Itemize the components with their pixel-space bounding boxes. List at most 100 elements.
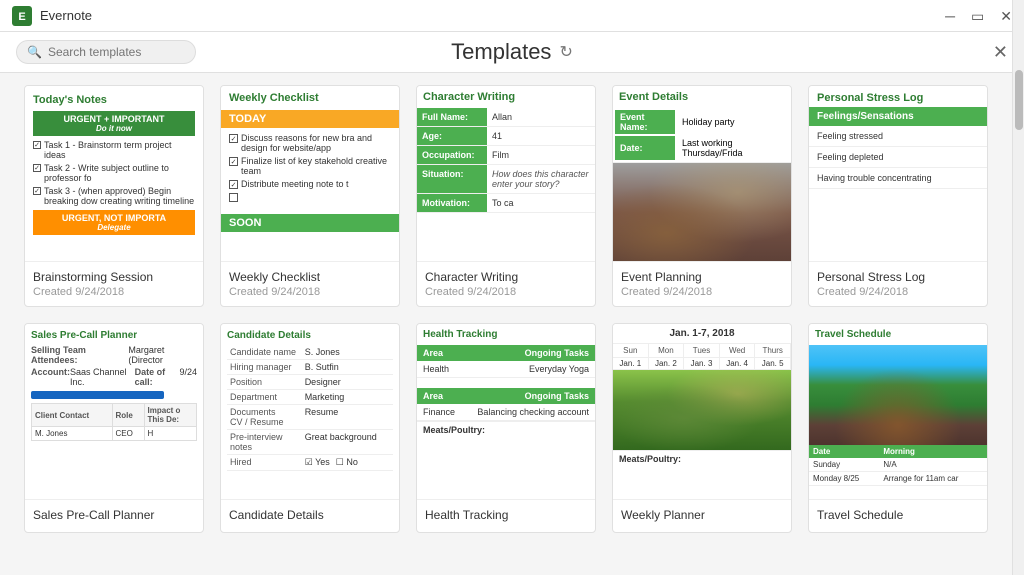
char-row-age: Age: 41 (417, 127, 595, 146)
template-date-character: Created 9/24/2018 (425, 286, 587, 298)
template-card-candidate[interactable]: Candidate Details Candidate nameS. Jones… (220, 323, 400, 533)
weekly-soon-bar: SOON (221, 214, 399, 232)
event-title: Event Details (613, 86, 791, 108)
stress-item-3: Having trouble concentrating (809, 168, 987, 189)
minimize-button[interactable]: ─ (945, 9, 955, 23)
char-title: Character Writing (417, 86, 595, 108)
planner-dates-row: Jan. 1 Jan. 2 Jan. 3 Jan. 4 Jan. 5 (613, 358, 791, 370)
sales-attendees: Selling Team Attendees: Margaret (Direct… (31, 345, 197, 365)
search-icon: 🔍 (27, 45, 42, 59)
template-card-event[interactable]: Event Details Event Name: Holiday party … (612, 85, 792, 307)
template-preview-sales: Sales Pre-Call Planner Selling Team Atte… (25, 324, 203, 499)
template-card-health[interactable]: Health Tracking Area Ongoing Tasks Healt… (416, 323, 596, 533)
title-bar-left: E Evernote (12, 6, 92, 26)
scrollbar-track[interactable] (1012, 0, 1024, 575)
template-card-weekly-checklist[interactable]: Weekly Checklist TODAY ✓ Discuss reasons… (220, 85, 400, 307)
close-templates-button[interactable]: ✕ (993, 42, 1008, 63)
template-preview-planner: Jan. 1-7, 2018 Sun Mon Tues Wed Thurs Ja… (613, 324, 791, 499)
char-row-name: Full Name: Allan (417, 108, 595, 127)
close-window-button[interactable]: ✕ (1000, 9, 1012, 23)
health-preview: Health Tracking Area Ongoing Tasks Healt… (417, 324, 595, 438)
weekly-check-2: ✓ Finalize list of key stakehold creativ… (229, 156, 391, 176)
maximize-button[interactable]: ▭ (971, 9, 984, 23)
app-icon: E (12, 6, 32, 26)
template-date-stress: Created 9/24/2018 (817, 286, 979, 298)
candidate-table: Candidate nameS. Jones Hiring managerB. … (227, 345, 393, 471)
task-item-1: ✓ Task 1 - Brainstorm term project ideas (33, 140, 195, 160)
main-content: Today's Notes URGENT + IMPORTANT Do it n… (0, 73, 1024, 564)
template-preview-travel: Travel Schedule Date Morning Sunday N/A … (809, 324, 987, 499)
urgent-important-box: URGENT + IMPORTANT Do it now (33, 111, 195, 136)
template-name-health: Health Tracking (425, 508, 587, 522)
travel-table: Date Morning Sunday N/A Monday 8/25 Arra… (809, 445, 987, 486)
health-meats-label: Meats/Poultry: (417, 421, 595, 438)
template-preview-weekly: Weekly Checklist TODAY ✓ Discuss reasons… (221, 86, 399, 261)
template-preview-brainstorming: Today's Notes URGENT + IMPORTANT Do it n… (25, 86, 203, 261)
template-info-event: Event Planning Created 9/24/2018 (613, 261, 791, 306)
search-bar: 🔍 Templates ↻ ✕ (0, 32, 1024, 73)
planner-days-header: Sun Mon Tues Wed Thurs (613, 344, 791, 358)
weekly-check-empty (229, 192, 391, 202)
sales-title: Sales Pre-Call Planner (31, 330, 197, 341)
template-card-planner[interactable]: Jan. 1-7, 2018 Sun Mon Tues Wed Thurs Ja… (612, 323, 792, 533)
task-item-3: ✓ Task 3 - (when approved) Begin breakin… (33, 186, 195, 206)
template-info-sales: Sales Pre-Call Planner (25, 499, 203, 532)
stress-item-2: Feeling depleted (809, 147, 987, 168)
template-preview-health: Health Tracking Area Ongoing Tasks Healt… (417, 324, 595, 499)
template-preview-character: Character Writing Full Name: Allan Age: … (417, 86, 595, 261)
template-info-brainstorming: Brainstorming Session Created 9/24/2018 (25, 261, 203, 306)
template-name-brainstorming: Brainstorming Session (33, 270, 195, 284)
template-card-brainstorming[interactable]: Today's Notes URGENT + IMPORTANT Do it n… (24, 85, 204, 307)
health-title: Health Tracking (417, 324, 595, 345)
template-date-event: Created 9/24/2018 (621, 286, 783, 298)
weekly-preview: TODAY ✓ Discuss reasons for new bra and … (221, 110, 399, 232)
weekly-title: Weekly Checklist (221, 86, 399, 110)
template-info-health: Health Tracking (417, 499, 595, 532)
brainstorm-title: Today's Notes (33, 94, 195, 106)
svg-text:E: E (18, 11, 25, 23)
template-name-stress: Personal Stress Log (817, 270, 979, 284)
planner-title-bar: Jan. 1-7, 2018 (613, 324, 791, 344)
template-card-travel[interactable]: Travel Schedule Date Morning Sunday N/A … (808, 323, 988, 533)
event-image (613, 163, 791, 261)
stress-header: Feelings/Sensations (809, 107, 987, 126)
travel-preview: Travel Schedule Date Morning Sunday N/A … (809, 324, 987, 486)
header-title: Templates ↻ (451, 39, 573, 65)
search-input[interactable] (48, 45, 178, 59)
template-info-character: Character Writing Created 9/24/2018 (417, 261, 595, 306)
health-row-2: Finance Balancing checking account (417, 404, 595, 421)
template-grid: Today's Notes URGENT + IMPORTANT Do it n… (24, 85, 988, 533)
template-preview-stress: Personal Stress Log Feelings/Sensations … (809, 86, 987, 261)
task-item-2: ✓ Task 2 - Write subject outline to prof… (33, 163, 195, 183)
sales-progress-bar (31, 391, 164, 399)
template-card-stress[interactable]: Personal Stress Log Feelings/Sensations … (808, 85, 988, 307)
sales-preview: Sales Pre-Call Planner Selling Team Atte… (25, 324, 203, 447)
event-table: Event Name: Holiday party Date: Last wor… (613, 108, 791, 163)
health-row-1: Health Everyday Yoga (417, 361, 595, 378)
template-info-stress: Personal Stress Log Created 9/24/2018 (809, 261, 987, 306)
template-preview-event: Event Details Event Name: Holiday party … (613, 86, 791, 261)
planner-preview: Jan. 1-7, 2018 Sun Mon Tues Wed Thurs Ja… (613, 324, 791, 467)
scrollbar-thumb[interactable] (1015, 70, 1023, 130)
template-name-candidate: Candidate Details (229, 508, 391, 522)
weekly-body: ✓ Discuss reasons for new bra and design… (221, 128, 399, 210)
travel-image (809, 345, 987, 445)
stress-item-1: Feeling stressed (809, 126, 987, 147)
weekly-check-3: ✓ Distribute meeting note to t (229, 179, 391, 189)
char-row-motivation: Motivation: To ca (417, 194, 595, 213)
template-name-character: Character Writing (425, 270, 587, 284)
template-card-character[interactable]: Character Writing Full Name: Allan Age: … (416, 85, 596, 307)
char-row-situation: Situation: How does this character enter… (417, 165, 595, 194)
template-date-weekly: Created 9/24/2018 (229, 286, 391, 298)
health-header-2: Area Ongoing Tasks (417, 388, 595, 404)
health-header-1: Area Ongoing Tasks (417, 345, 595, 361)
stress-title: Personal Stress Log (809, 86, 987, 107)
refresh-icon[interactable]: ↻ (559, 42, 572, 62)
title-bar-controls: ─ ▭ ✕ (945, 9, 1012, 23)
template-info-candidate: Candidate Details (221, 499, 399, 532)
search-input-wrap: 🔍 (16, 40, 196, 64)
template-name-travel: Travel Schedule (817, 508, 979, 522)
weekly-today-bar: TODAY (221, 110, 399, 128)
sales-account: Account: Saas Channel Inc. Date of call:… (31, 367, 197, 387)
template-card-sales[interactable]: Sales Pre-Call Planner Selling Team Atte… (24, 323, 204, 533)
